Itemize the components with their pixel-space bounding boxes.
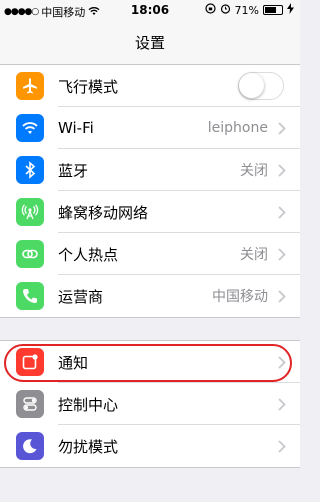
bluetooth-icon — [16, 156, 44, 184]
row-value: 中国移动 — [212, 289, 268, 305]
chevron-right-icon — [272, 163, 292, 177]
row-label: 运营商 — [58, 287, 104, 306]
settings-group-connectivity: 飞行模式 Wi-Fi leiphone 蓝牙 关闭 蜂窝移动网络 个人热点 关闭 — [0, 64, 300, 318]
row-label: 通知 — [58, 353, 89, 372]
battery-level — [265, 7, 276, 13]
control-center-icon — [16, 390, 44, 418]
notifications-icon — [16, 348, 44, 376]
chevron-right-icon — [272, 121, 292, 135]
row-label: 控制中心 — [58, 395, 119, 414]
row-do-not-disturb[interactable]: 勿扰模式 — [0, 425, 300, 467]
row-value: 关闭 — [240, 163, 268, 179]
chevron-right-icon — [272, 289, 292, 303]
toggle-knob — [239, 73, 264, 98]
alarm-icon — [220, 3, 231, 17]
row-bluetooth[interactable]: 蓝牙 关闭 — [0, 149, 300, 191]
cellular-icon — [16, 198, 44, 226]
battery-icon — [263, 5, 283, 15]
chevron-right-icon — [272, 439, 292, 453]
row-cellular[interactable]: 蜂窝移动网络 — [0, 191, 300, 233]
chevron-right-icon — [272, 205, 292, 219]
row-label: 飞行模式 — [58, 77, 119, 96]
chevron-right-icon — [272, 247, 292, 261]
row-notifications[interactable]: 通知 — [0, 341, 300, 383]
page-title: 设置 — [134, 34, 165, 52]
navigation-bar: 设置 — [0, 22, 300, 65]
hotspot-icon — [16, 240, 44, 268]
status-right: 71% — [204, 3, 294, 17]
row-airplane-mode: 飞行模式 — [0, 65, 300, 107]
row-value: 关闭 — [240, 247, 268, 263]
airplane-mode-toggle[interactable] — [238, 72, 284, 100]
row-label: Wi-Fi — [58, 119, 94, 137]
row-carrier[interactable]: 运营商 中国移动 — [0, 275, 300, 317]
row-wifi[interactable]: Wi-Fi leiphone — [0, 107, 300, 149]
moon-icon — [16, 432, 44, 460]
rotation-lock-icon — [204, 3, 216, 17]
status-bar: ●●●●○ 中国移动 18:06 71% — [0, 0, 300, 22]
chevron-right-icon — [272, 397, 292, 411]
row-label: 蜂窝移动网络 — [58, 203, 149, 222]
airplane-icon — [16, 72, 44, 100]
chevron-right-icon — [272, 355, 292, 369]
charging-icon — [287, 3, 294, 17]
row-personal-hotspot[interactable]: 个人热点 关闭 — [0, 233, 300, 275]
row-label: 个人热点 — [58, 245, 119, 264]
row-label: 勿扰模式 — [58, 437, 119, 456]
row-value: leiphone — [207, 120, 268, 136]
wifi-icon — [16, 114, 44, 142]
phone-icon — [16, 282, 44, 310]
battery-percent: 71% — [234, 3, 259, 17]
settings-group-system: 通知 控制中心 勿扰模式 — [0, 340, 300, 468]
row-label: 蓝牙 — [58, 161, 89, 180]
row-control-center[interactable]: 控制中心 — [0, 383, 300, 425]
